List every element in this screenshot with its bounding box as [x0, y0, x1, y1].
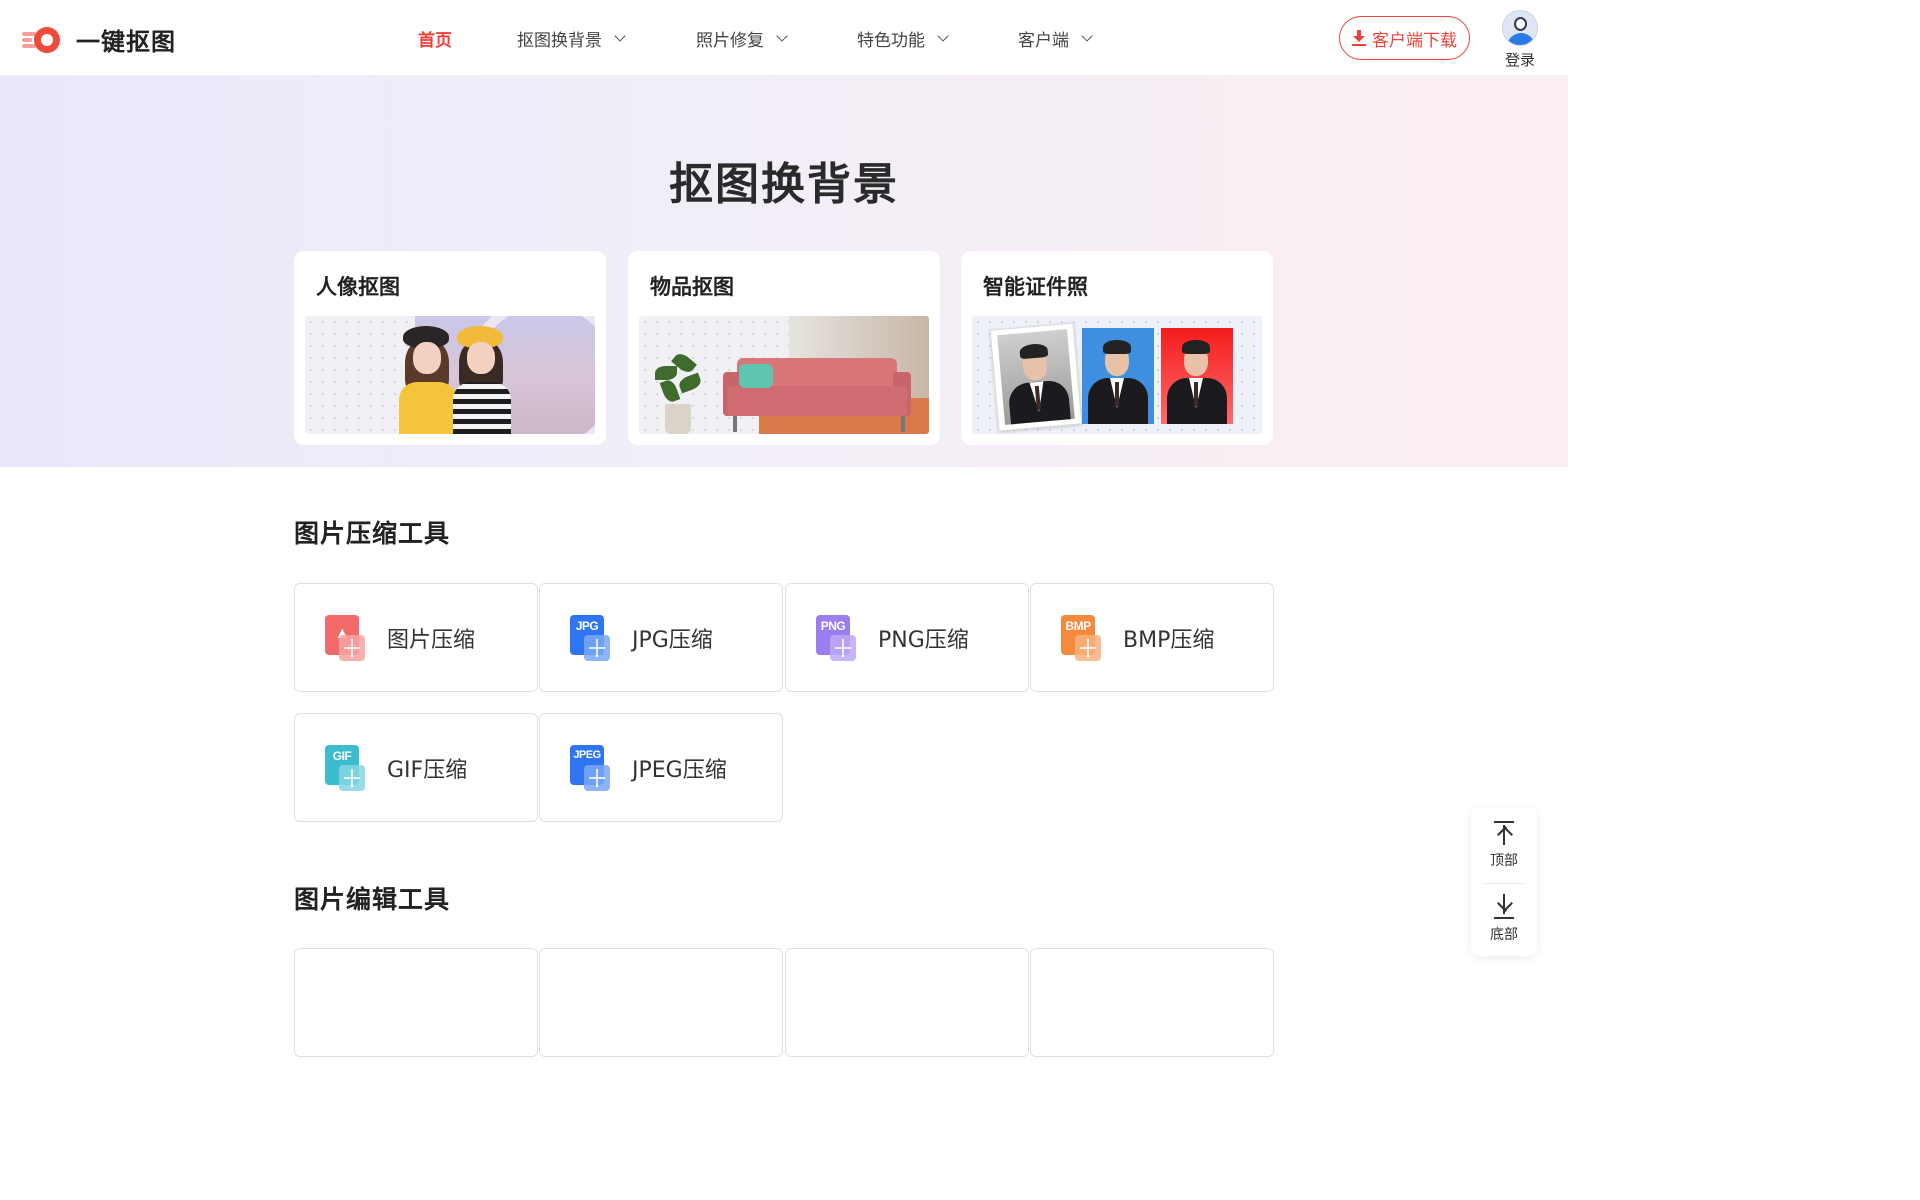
portrait-cutout-card[interactable]: 人像抠图 — [294, 251, 606, 445]
card-title: 人像抠图 — [316, 275, 400, 299]
tool-label: PNG压缩 — [878, 627, 969, 653]
edit-tool-card[interactable] — [294, 948, 538, 1057]
main-nav: 首页 抠图换背景 照片修复 特色功能 客户端 — [418, 0, 1118, 76]
logo-text: 一键抠图 — [76, 28, 176, 56]
card-title: 物品抠图 — [650, 275, 734, 299]
tool-label: JPG压缩 — [632, 627, 713, 653]
nav-photo-repair[interactable]: 照片修复 — [696, 26, 857, 51]
nav-cutout-background-label: 抠图换背景 — [517, 30, 602, 51]
client-download-label: 客户端下载 — [1372, 30, 1457, 51]
tool-label: JPEG压缩 — [632, 757, 727, 783]
chevron-down-icon — [1081, 29, 1093, 42]
client-download-button[interactable]: 客户端下载 — [1339, 16, 1470, 60]
arrow-down-icon — [1492, 894, 1516, 920]
tool-jpeg-compress[interactable]: JPEG JPEG压缩 — [539, 713, 783, 822]
image-compress-icon: ▲ — [325, 614, 367, 661]
gif-compress-icon: GIF — [325, 744, 367, 791]
chevron-down-icon — [614, 29, 626, 42]
png-compress-icon: PNG — [816, 614, 858, 661]
tool-label: BMP压缩 — [1123, 627, 1215, 653]
login-label: 登录 — [1504, 51, 1535, 69]
tool-label: GIF压缩 — [387, 757, 468, 783]
floating-scroll-panel: 顶部 底部 — [1471, 808, 1537, 956]
scroll-top-label: 顶部 — [1490, 853, 1518, 869]
bmp-compress-icon: BMP — [1061, 614, 1103, 661]
tool-bmp-compress[interactable]: BMP BMP压缩 — [1030, 583, 1274, 692]
nav-cutout-background[interactable]: 抠图换背景 — [517, 26, 696, 51]
tool-gif-compress[interactable]: GIF GIF压缩 — [294, 713, 538, 822]
hero-section: 抠图换背景 人像抠图 物品抠图 智能证件照 — [0, 76, 1568, 467]
object-cutout-image — [639, 316, 929, 434]
tool-jpg-compress[interactable]: JPG JPG压缩 — [539, 583, 783, 692]
scroll-to-bottom-button[interactable]: 底部 — [1471, 886, 1537, 958]
edit-tool-card[interactable] — [1030, 948, 1274, 1057]
top-header: 一键抠图 首页 抠图换背景 照片修复 特色功能 客户端 客户端下载 登录 — [0, 0, 1568, 76]
hero-title: 抠图换背景 — [669, 159, 899, 210]
edit-tool-card[interactable] — [785, 948, 1029, 1057]
divider — [1485, 883, 1523, 884]
id-photo-card[interactable]: 智能证件照 — [961, 251, 1273, 445]
avatar-icon — [1502, 10, 1538, 46]
tool-png-compress[interactable]: PNG PNG压缩 — [785, 583, 1029, 692]
jpeg-compress-icon: JPEG — [570, 744, 612, 791]
nav-features[interactable]: 特色功能 — [857, 26, 1018, 51]
portrait-cutout-image — [305, 316, 595, 434]
nav-home-label: 首页 — [418, 30, 452, 51]
compress-section-title: 图片压缩工具 — [294, 519, 451, 548]
card-title: 智能证件照 — [983, 275, 1088, 299]
site-logo[interactable]: 一键抠图 — [22, 22, 176, 57]
tool-label: 图片压缩 — [387, 627, 476, 653]
edit-tool-card[interactable] — [539, 948, 783, 1057]
nav-photo-repair-label: 照片修复 — [696, 30, 764, 51]
scroll-bottom-label: 底部 — [1490, 927, 1518, 943]
chevron-down-icon — [776, 29, 788, 42]
download-icon — [1352, 30, 1366, 46]
id-photo-image — [972, 316, 1262, 434]
logo-icon — [22, 24, 62, 56]
jpg-compress-icon: JPG — [570, 614, 612, 661]
chevron-down-icon — [937, 29, 949, 42]
scroll-to-top-button[interactable]: 顶部 — [1471, 812, 1537, 884]
object-cutout-card[interactable]: 物品抠图 — [628, 251, 940, 445]
nav-client[interactable]: 客户端 — [1018, 26, 1118, 51]
tool-image-compress[interactable]: ▲ 图片压缩 — [294, 583, 538, 692]
arrow-up-icon — [1492, 820, 1516, 846]
login-button[interactable]: 登录 — [1498, 10, 1542, 70]
nav-client-label: 客户端 — [1018, 30, 1069, 51]
nav-home[interactable]: 首页 — [418, 26, 517, 51]
nav-features-label: 特色功能 — [857, 30, 925, 51]
edit-section-title: 图片编辑工具 — [294, 885, 451, 914]
